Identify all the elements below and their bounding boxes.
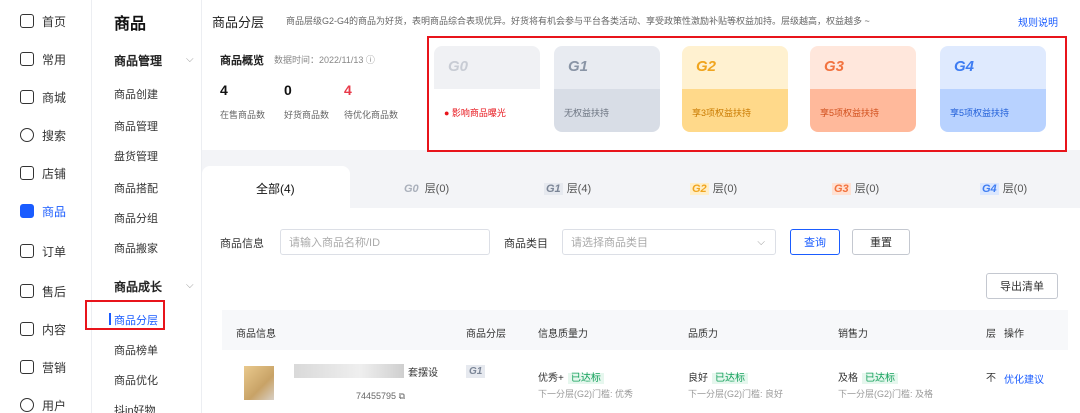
tab-g1[interactable]: G1 层(4) (544, 180, 591, 196)
nav-item-frequent[interactable]: 常用 (0, 44, 92, 74)
nav-item-search[interactable]: 搜索 (0, 120, 92, 150)
product-thumbnail (244, 366, 274, 400)
tier-badge: G1 (466, 365, 486, 378)
nav-item-mall[interactable]: 商城 (0, 82, 92, 112)
store-icon (20, 166, 34, 180)
nav-item-content[interactable]: 内容 (0, 314, 92, 344)
tab-g4[interactable]: G4 层(0) (980, 180, 1027, 196)
status-badge: 已达标 (862, 373, 898, 384)
chevron-down-icon: ⌵ (186, 280, 194, 291)
product-id: 74455795 ⧉ (356, 391, 405, 401)
info-quality-threshold: 下一分层(G2)门槛: 优秀 (538, 389, 634, 399)
chevron-down-icon: ⌵ (757, 236, 765, 248)
tab-all[interactable]: 全部(4) (256, 180, 295, 197)
house-icon (20, 90, 34, 104)
page-description: 商品层级G2-G4的商品为好货，表明商品综合表现优异。好货将有机会参与平台各类活… (286, 16, 870, 26)
submenu-item-bundle[interactable]: 商品搭配 (114, 180, 158, 196)
main-content: 商品分层 商品层级G2-G4的商品为好货，表明商品综合表现优异。好货将有机会参与… (202, 0, 1080, 413)
col-product-info: 商品信息 (236, 329, 276, 340)
export-button[interactable]: 导出清单 (986, 273, 1058, 299)
overview-time: 数据时间：2022/11/13 ⓘ (274, 55, 375, 65)
sales-value: 及格 已达标 (838, 369, 898, 384)
content-icon (20, 322, 34, 336)
product-search-input[interactable]: 请输入商品名称/ID (280, 229, 490, 255)
submenu-item-manage[interactable]: 商品管理 (114, 118, 158, 134)
user-icon (20, 398, 34, 412)
highlight-box-tiers (427, 36, 1067, 152)
table-header (222, 310, 1068, 350)
nav-item-aftersale[interactable]: 售后 (0, 276, 92, 306)
megaphone-icon (20, 360, 34, 374)
nav-item-product[interactable]: 商品 (0, 196, 92, 226)
stat-good-goods: 0 好货商品数 (284, 82, 330, 120)
reset-button[interactable]: 重置 (852, 229, 910, 255)
info-quality-value: 优秀+ 已达标 (538, 369, 604, 384)
col-action: 操作 (1004, 329, 1024, 340)
col-cut: 层 (986, 329, 996, 340)
col-sales: 销售力 (838, 329, 868, 340)
submenu-item-create[interactable]: 商品创建 (114, 86, 158, 102)
copy-icon[interactable]: ⧉ (399, 391, 405, 401)
left-rail: 首页 常用 商城 搜索 店铺 商品 订单 售后 内容 营销 用户 (0, 0, 92, 413)
status-badge: 已达标 (712, 373, 748, 384)
folder-icon (20, 52, 34, 66)
submenu-item-ranking[interactable]: 商品榜单 (114, 342, 158, 358)
quality-threshold: 下一分层(G2)门槛: 良好 (688, 389, 784, 399)
submenu-item-optimize[interactable]: 商品优化 (114, 372, 158, 388)
home-icon (20, 14, 34, 28)
tab-g0[interactable]: G0 层(0) (402, 180, 449, 196)
nav-item-store[interactable]: 店铺 (0, 158, 92, 188)
optimize-suggestion-link[interactable]: 优化建议 (1004, 371, 1044, 386)
submenu-group-manage[interactable]: 商品管理 ⌵ (114, 52, 194, 69)
nav-item-user[interactable]: 用户 (0, 390, 92, 413)
aftersale-icon (20, 284, 34, 298)
submenu-group-growth[interactable]: 商品成长 ⌵ (114, 278, 194, 295)
blurred-product-name (294, 364, 404, 378)
search-icon (20, 128, 34, 142)
quality-value: 良好 已达标 (688, 369, 748, 384)
bag-icon (20, 204, 34, 218)
submenu-item-group[interactable]: 商品分组 (114, 210, 158, 226)
submenu-item-migrate[interactable]: 商品搬家 (114, 240, 158, 256)
page-title: 商品分层 (212, 15, 265, 30)
cut-cell: 不 (986, 373, 996, 384)
filter-category-label: 商品类目 (504, 238, 548, 250)
submenu-item-inventory[interactable]: 盘货管理 (114, 148, 158, 164)
tab-g3[interactable]: G3 层(0) (832, 180, 879, 196)
nav-item-order[interactable]: 订单 (0, 236, 92, 266)
sales-threshold: 下一分层(G2)门槛: 及格 (838, 389, 934, 399)
chevron-down-icon: ⌵ (186, 54, 194, 65)
filter-info-label: 商品信息 (220, 238, 264, 250)
submenu-item-goodthings[interactable]: 抖in好物 (114, 402, 156, 413)
col-info-quality: 信息质量力 (538, 329, 588, 340)
nav-item-marketing[interactable]: 营销 (0, 352, 92, 382)
order-icon (20, 244, 34, 258)
category-select[interactable]: 请选择商品类目 ⌵ (562, 229, 776, 255)
app-root: 首页 常用 商城 搜索 店铺 商品 订单 售后 内容 营销 用户 商品 商品管理… (0, 0, 1080, 413)
tab-g2[interactable]: G2 层(0) (690, 180, 737, 196)
stat-to-optimize: 4 待优化商品数 (344, 82, 399, 120)
overview-title: 商品概览 (220, 55, 264, 67)
product-name-fragment: 套摆设 (408, 368, 438, 379)
nav-item-home[interactable]: 首页 (0, 6, 92, 36)
col-tier: 商品分层 (466, 329, 506, 340)
stat-on-sale: 4 在售商品数 (220, 82, 266, 120)
status-badge: 已达标 (567, 373, 604, 384)
sub-menu: 商品 商品管理 ⌵ 商品创建 商品管理 盘货管理 商品搭配 商品分组 商品搬家 商… (92, 0, 202, 413)
query-button[interactable]: 查询 (790, 229, 840, 255)
highlight-box-menu (85, 300, 165, 330)
col-quality: 品质力 (688, 329, 718, 340)
submenu-title: 商品 (114, 16, 147, 33)
rule-link[interactable]: 规则说明 (1018, 14, 1058, 29)
